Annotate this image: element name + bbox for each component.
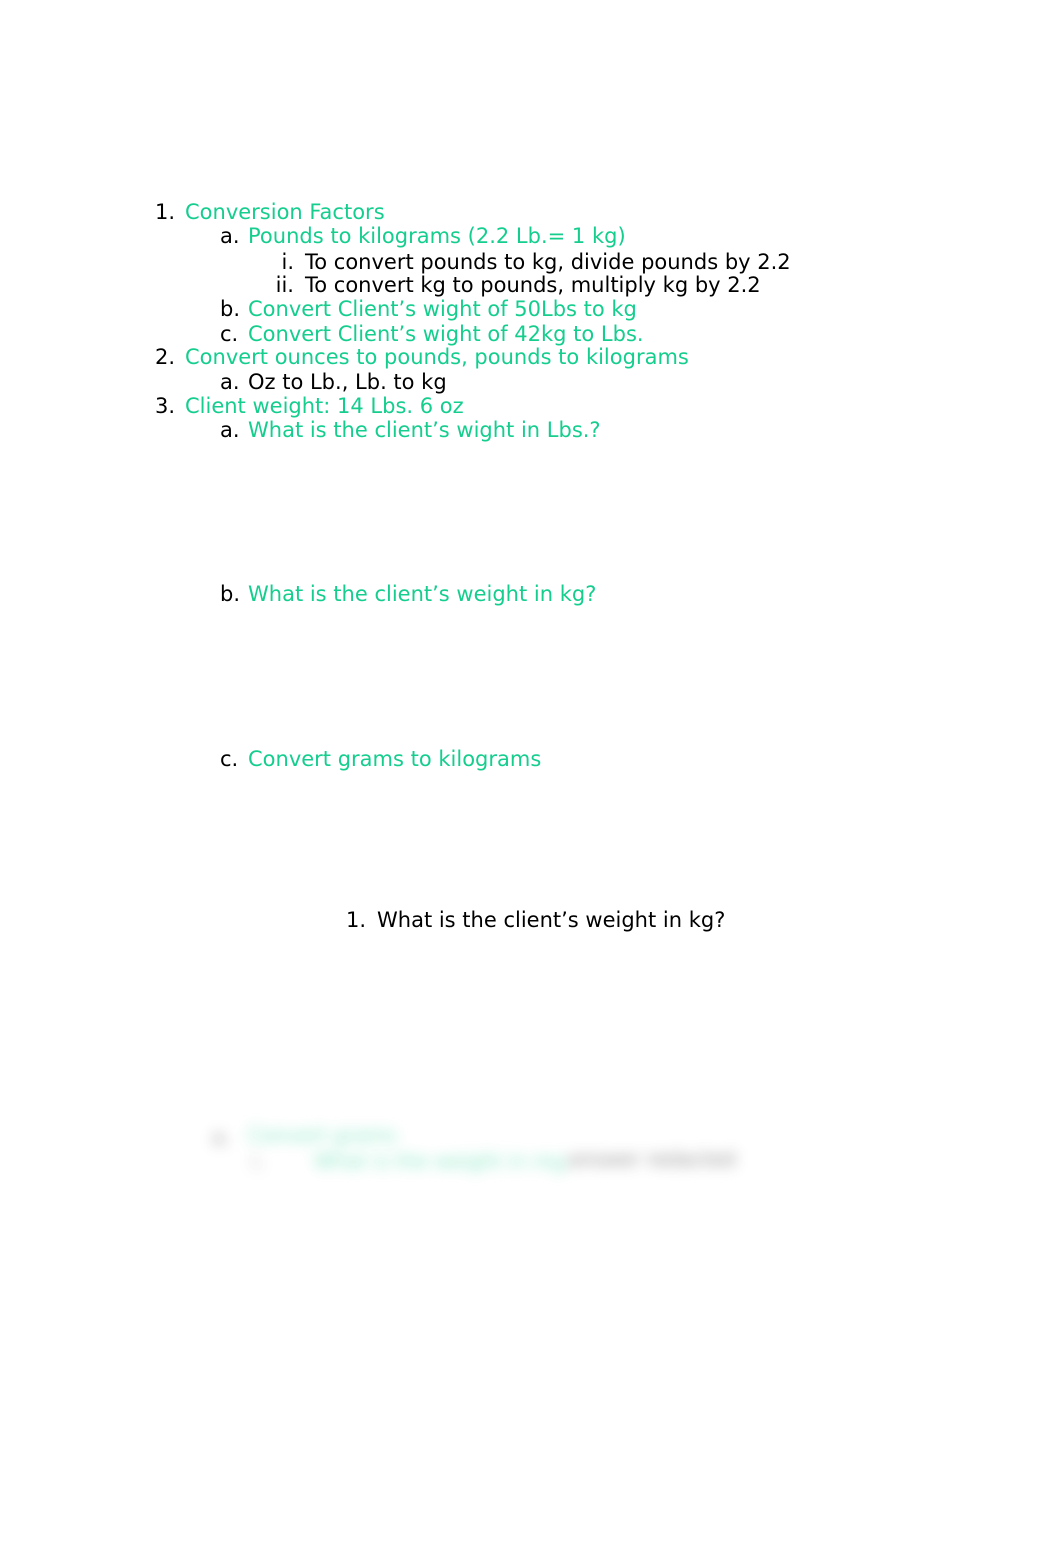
list-marker: c. (220, 322, 239, 346)
list-marker: b. (220, 582, 241, 606)
list-marker: a. (220, 224, 240, 248)
outline-item-3c1: 1. What is the client’s weight in kg? (344, 908, 725, 932)
list-marker: a. (220, 418, 240, 442)
redacted-fragment: a. (212, 1125, 231, 1149)
list-marker: 3. (154, 394, 175, 418)
list-marker: ii. (275, 273, 294, 297)
list-marker: b. (220, 297, 241, 321)
outline-item-1c: c. Convert Client’s wight of 42kg to Lbs. (220, 322, 644, 346)
outline-item-2a: a. Oz to Lb., Lb. to kg (220, 370, 447, 394)
outline-item-text: Oz to Lb., Lb. to kg (248, 370, 447, 394)
outline-item-1b: b. Convert Client’s wight of 50Lbs to kg (220, 297, 637, 321)
outline-item-text: Convert Client’s wight of 50Lbs to kg (248, 297, 637, 321)
outline-item-text: What is the client’s weight in kg? (377, 908, 726, 932)
redacted-fragment: i. (252, 1149, 264, 1173)
list-marker: a. (220, 370, 240, 394)
outline-item-2: 2. Convert ounces to pounds, pounds to ki… (153, 345, 689, 369)
outline-item-1a: a. Pounds to kilograms (2.2 Lb.= 1 kg) (220, 224, 626, 248)
list-marker: 1. (154, 200, 175, 224)
redacted-fragment: answer redacted (568, 1147, 736, 1171)
outline-item-text: To convert pounds to kg, divide pounds b… (305, 250, 791, 274)
outline-item-1aii: ii. To convert kg to pounds, multiply kg … (268, 273, 761, 297)
outline-item-text: Pounds to kilograms (2.2 Lb.= 1 kg) (248, 224, 626, 248)
list-marker: i. (281, 250, 294, 274)
outline-item-text: What is the client’s wight in Lbs.? (248, 418, 601, 442)
outline-item-3a: a. What is the client’s wight in Lbs.? (220, 418, 601, 442)
redacted-fragment: Convert grams (248, 1123, 397, 1147)
list-marker: c. (220, 747, 239, 771)
document-page: 1. Conversion Factors a. Pounds to kilogra… (0, 0, 1062, 1556)
redacted-fragment: What is the weight in mg (314, 1149, 565, 1173)
outline-item-text: What is the client’s weight in kg? (248, 582, 597, 606)
outline-item-text: Convert grams to kilograms (248, 747, 542, 771)
redacted-text-block: a. Convert grams i. What is the weight i… (196, 1112, 756, 1208)
list-marker: 2. (154, 345, 175, 369)
outline-item-1: 1. Conversion Factors (153, 200, 385, 224)
outline-item-3b: b. What is the client’s weight in kg? (220, 582, 596, 606)
outline-item-1ai: i. To convert pounds to kg, divide pounds… (268, 250, 791, 274)
outline-item-3c: c. Convert grams to kilograms (220, 747, 541, 771)
outline-item-text: Convert ounces to pounds, pounds to kilo… (185, 345, 689, 369)
outline-item-text: Convert Client’s wight of 42kg to Lbs. (248, 322, 644, 346)
outline-item-text: Client weight: 14 Lbs. 6 oz (185, 394, 464, 418)
outline-item-text: Conversion Factors (185, 200, 385, 224)
outline-item-text: To convert kg to pounds, multiply kg by … (305, 273, 761, 297)
list-marker: 1. (345, 908, 366, 932)
outline-item-3: 3. Client weight: 14 Lbs. 6 oz (153, 394, 464, 418)
